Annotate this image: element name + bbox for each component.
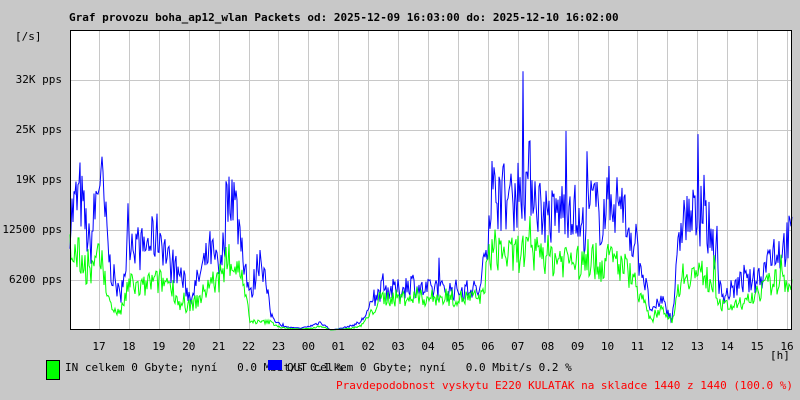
x-tick-label: 22 [241,340,256,353]
x-tick-label: 02 [361,340,375,353]
legend-in-swatch [46,360,60,380]
x-tick-label: 06 [481,340,495,353]
x-tick-label: 05 [451,340,465,353]
y-tick-label: 32K pps [15,72,62,86]
x-tick-label: 07 [511,340,525,353]
x-tick-label: 20 [182,340,196,353]
x-tick-label: 12 [660,340,674,353]
x-tick-label: 19 [152,340,166,353]
x-tick-label: 04 [421,340,435,353]
x-tick-label: 01 [331,340,345,353]
y-tick-label: 25K pps [15,122,62,136]
x-axis-unit: [h] [770,349,790,362]
y-tick-label: 12500 pps [2,222,62,236]
x-tick-label: 00 [301,340,316,353]
y-tick-label: 6200 pps [9,272,62,286]
x-tick-label: 18 [122,340,136,353]
x-tick-label: 08 [541,340,555,353]
x-tick-label: 03 [391,340,405,353]
legend-out-text: OUT celkem 0 Gbyte; nyní 0.0 Mbit/s 0.2 … [287,361,572,374]
x-tick-label: 11 [630,340,645,353]
x-tick-label: 17 [92,340,106,353]
x-tick-label: 23 [271,340,286,353]
y-tick-label: 19K pps [15,172,62,186]
footer-note: Pravdepodobnost vyskytu E220 KULATAK na … [336,379,793,392]
legend-out-swatch [268,360,282,370]
x-tick-label: 09 [570,340,585,353]
x-tick-label: 21 [212,340,226,353]
x-tick-label: 14 [720,340,734,353]
x-tick-label: 10 [600,340,615,353]
x-tick-label: 15 [750,340,764,353]
x-tick-label: 13 [690,340,704,353]
